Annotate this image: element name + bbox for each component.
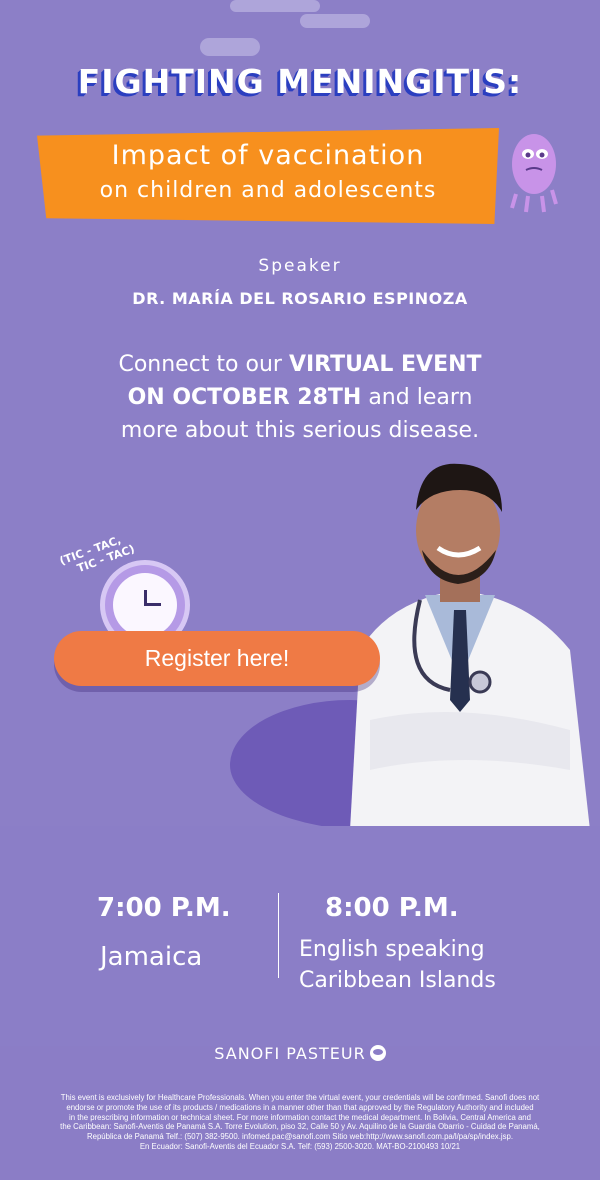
subtitle-line-1: Impact of vaccination bbox=[111, 140, 425, 171]
disclaimer-line: En Ecuador: Sanofi-Aventis del Ecuador S… bbox=[139, 1141, 461, 1151]
disclaimer-line: This event is exclusively for Healthcare… bbox=[60, 1093, 540, 1102]
germ-mascot-illustration bbox=[510, 134, 558, 213]
schedule-divider bbox=[278, 893, 279, 978]
speaker-name: DR. MARÍA DEL ROSARIO ESPINOZA bbox=[132, 289, 468, 308]
location-caribbean: English speaking Caribbean Islands bbox=[299, 934, 559, 996]
cloud-decoration bbox=[200, 38, 260, 56]
legal-disclaimer: This event is exclusively for Healthcare… bbox=[12, 1093, 588, 1152]
subtitle-line-2: on children and adolescents bbox=[99, 178, 437, 203]
disclaimer-line: República de Panamá Telf.: (507) 382-950… bbox=[86, 1132, 513, 1142]
location-line: English speaking bbox=[299, 937, 485, 962]
hero-section: FIGHTING MENINGITIS: Impact of vaccinati… bbox=[0, 0, 600, 826]
cloud-decoration bbox=[230, 0, 320, 12]
time-jamaica: 7:00 P.M. bbox=[97, 893, 231, 923]
disclaimer-line: the Caribbean: Sanofi-Aventis de Panamá … bbox=[60, 1122, 540, 1132]
invite-virtual-event: VIRTUAL EVENT bbox=[288, 352, 482, 377]
cloud-decoration bbox=[300, 14, 370, 28]
sanofi-pasteur-logo: SANOFI PASTEUR bbox=[0, 1044, 600, 1063]
location-jamaica: Jamaica bbox=[100, 942, 203, 972]
time-caribbean: 8:00 P.M. bbox=[325, 893, 459, 923]
invite-date: ON OCTOBER 28TH bbox=[127, 385, 362, 410]
disclaimer-line: endorse or promote the use of its produc… bbox=[66, 1102, 534, 1112]
brand-name: SANOFI PASTEUR bbox=[214, 1044, 366, 1063]
disclaimer-line: in the prescribing information or techni… bbox=[69, 1112, 531, 1122]
event-title: FIGHTING MENINGITIS: bbox=[77, 62, 523, 101]
invite-text: more about this serious disease. bbox=[120, 418, 480, 443]
invite-text: Connect to our bbox=[118, 352, 289, 377]
register-button[interactable]: Register here! bbox=[54, 631, 380, 686]
brand-mark-icon bbox=[369, 1045, 386, 1061]
invite-text: and learn bbox=[361, 385, 473, 410]
event-invitation: Connect to our VIRTUAL EVENT ON OCTOBER … bbox=[60, 348, 540, 447]
speaker-label: Speaker bbox=[258, 256, 342, 276]
location-line: Caribbean Islands bbox=[299, 968, 496, 993]
